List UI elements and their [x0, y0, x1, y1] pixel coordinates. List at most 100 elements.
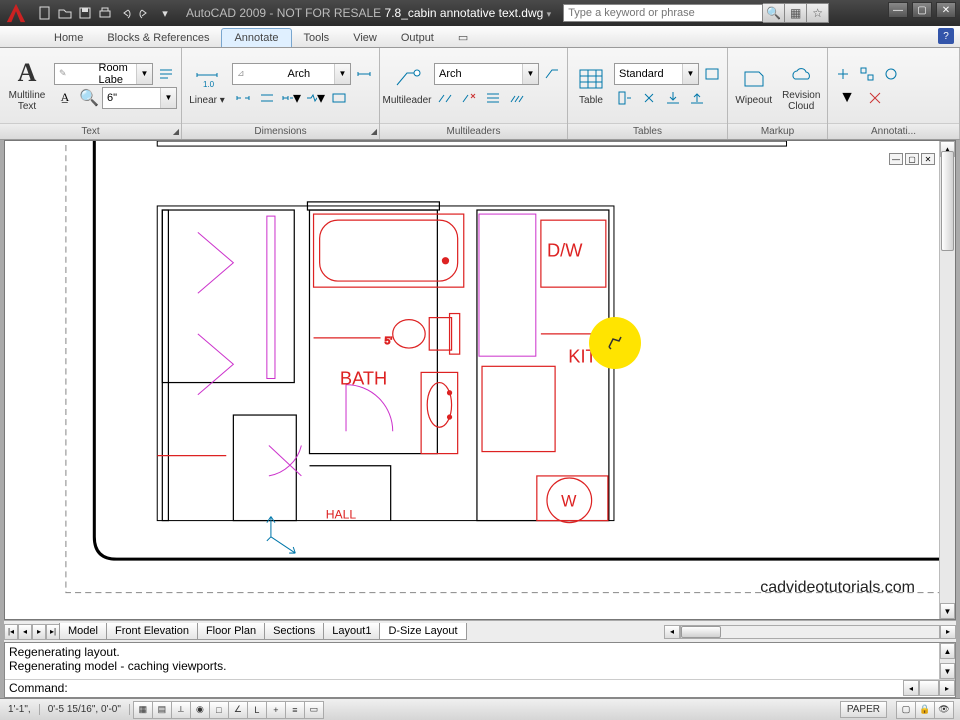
multileader-style-manager-button[interactable] [541, 63, 563, 85]
link-data-button[interactable] [638, 87, 660, 109]
help-icon[interactable]: ? [938, 28, 954, 44]
cmd-hscroll-left[interactable]: ◂ [903, 680, 919, 696]
undo-icon[interactable] [116, 4, 134, 22]
vertical-scrollbar[interactable]: ▲ ▼ [939, 141, 955, 619]
dim-jog-button[interactable]: ▾ [304, 87, 326, 109]
favorites-icon[interactable]: ☆ [807, 3, 829, 23]
nav-next-icon[interactable]: ▸ [32, 624, 46, 640]
add-leader-button[interactable] [434, 87, 456, 109]
layout-tab-dsize[interactable]: D-Size Layout [379, 623, 466, 640]
linear-dimension-button[interactable]: 1.0 Linear ▾ [186, 56, 228, 116]
download-data-button[interactable] [662, 87, 684, 109]
open-icon[interactable] [56, 4, 74, 22]
multileader-button[interactable]: Multileader [384, 56, 430, 116]
upload-data-button[interactable] [686, 87, 708, 109]
redo-icon[interactable] [136, 4, 154, 22]
search-box[interactable] [563, 4, 763, 22]
tab-home[interactable]: Home [42, 29, 95, 47]
grid-toggle[interactable]: ▤ [152, 701, 172, 719]
tab-blocks[interactable]: Blocks & References [95, 29, 221, 47]
table-style-manager-button[interactable] [701, 63, 723, 85]
layout-hscroll[interactable]: ◂ ▸ [664, 625, 956, 639]
qp-toggle[interactable]: ▭ [304, 701, 324, 719]
polar-toggle[interactable]: ◉ [190, 701, 210, 719]
remove-leader-button[interactable] [458, 87, 480, 109]
dim-break-button[interactable] [232, 87, 254, 109]
layout-tab-model[interactable]: Model [59, 623, 107, 640]
scroll-down-icon[interactable]: ▼ [940, 603, 955, 619]
osnap-toggle[interactable]: □ [209, 701, 229, 719]
cmd-hscroll-right[interactable]: ▸ [939, 680, 955, 696]
layout-tab-front[interactable]: Front Elevation [106, 623, 198, 640]
drawing-canvas[interactable]: 5' BATH KITC D/W W HALL [5, 141, 955, 608]
layout-tab-sections[interactable]: Sections [264, 623, 324, 640]
print-icon[interactable] [96, 4, 114, 22]
text-find-icon[interactable]: 🔍 [78, 87, 100, 109]
close-button[interactable]: ✕ [936, 2, 956, 18]
tab-view[interactable]: View [341, 29, 389, 47]
dimension-style-manager-button[interactable] [353, 63, 375, 85]
table-style-combo[interactable]: Standard▼ [614, 63, 699, 85]
ducs-toggle[interactable]: L [247, 701, 267, 719]
multileader-style-combo[interactable]: Arch▼ [434, 63, 539, 85]
app-logo-button[interactable] [0, 0, 32, 26]
otrack-toggle[interactable]: ∠ [228, 701, 248, 719]
layout-tab-layout1[interactable]: Layout1 [323, 623, 380, 640]
tab-output[interactable]: Output [389, 29, 446, 47]
new-icon[interactable] [36, 4, 54, 22]
tab-tools[interactable]: Tools [292, 29, 342, 47]
cmd-scroll-down[interactable]: ▼ [940, 663, 955, 679]
toolbar-toggle-icon[interactable]: ▭ [446, 28, 480, 47]
drawing-area[interactable]: — ▢ ✕ [4, 140, 956, 620]
comm-center-icon[interactable]: ▦ [785, 3, 807, 23]
hscroll-left-icon[interactable]: ◂ [664, 625, 680, 639]
cmd-scroll-up[interactable]: ▲ [940, 643, 955, 659]
cmd-vscroll[interactable]: ▲ ▼ [939, 643, 955, 679]
dyn-toggle[interactable]: + [266, 701, 286, 719]
status-maximize-vp[interactable]: ▢ [896, 701, 916, 719]
minimize-button[interactable]: — [888, 2, 908, 18]
hscroll-right-icon[interactable]: ▸ [940, 625, 956, 639]
collect-leader-button[interactable] [506, 87, 528, 109]
snap-toggle[interactable]: ▦ [133, 701, 153, 719]
nav-first-icon[interactable]: |◂ [4, 624, 18, 640]
nav-last-icon[interactable]: ▸| [46, 624, 60, 640]
scroll-thumb[interactable] [941, 151, 954, 251]
wipeout-button[interactable]: Wipeout [732, 56, 776, 116]
dim-space-button[interactable] [256, 87, 278, 109]
search-icon[interactable]: 🔍 [763, 3, 785, 23]
multiline-text-button[interactable]: A Multiline Text [4, 56, 50, 116]
dim-tolerance-button[interactable] [328, 87, 350, 109]
delete-scale-button[interactable] [864, 87, 886, 109]
hscroll-thumb[interactable] [681, 626, 721, 638]
scale-dropdown-button[interactable]: ▼ [832, 87, 862, 109]
command-line[interactable]: Regenerating layout. Regenerating model … [4, 642, 956, 698]
dim-continue-button[interactable]: ▾ [280, 87, 302, 109]
ortho-toggle[interactable]: ⟂ [171, 701, 191, 719]
panel-text-title[interactable]: Text◢ [0, 123, 181, 139]
status-lock-vp[interactable]: 🔒 [915, 701, 935, 719]
save-icon[interactable] [76, 4, 94, 22]
layout-tab-floor[interactable]: Floor Plan [197, 623, 265, 640]
text-height-combo[interactable]: 6"▼ [102, 87, 177, 109]
dimension-style-combo[interactable]: ⊿Arch▼ [232, 63, 351, 85]
tab-annotate[interactable]: Annotate [221, 28, 291, 47]
search-input[interactable] [564, 7, 762, 19]
qat-dropdown-icon[interactable]: ▾ [156, 4, 174, 22]
annotative-icon[interactable]: A̲ [54, 87, 76, 109]
scale-list-button[interactable] [856, 63, 878, 85]
nav-prev-icon[interactable]: ◂ [18, 624, 32, 640]
status-anno-vis[interactable]: 👁 [934, 701, 954, 719]
panel-dimensions-title[interactable]: Dimensions◢ [182, 123, 379, 139]
table-button[interactable]: Table [572, 56, 610, 116]
cmd-hscroll-track[interactable] [919, 680, 939, 696]
lwt-toggle[interactable]: ≡ [285, 701, 305, 719]
add-scale-button[interactable] [832, 63, 854, 85]
revision-cloud-button[interactable]: Revision Cloud [780, 56, 824, 116]
text-style-manager-button[interactable] [155, 63, 177, 85]
text-style-combo[interactable]: ✎ Room Labe▼ [54, 63, 153, 85]
extract-data-button[interactable] [614, 87, 636, 109]
maximize-button[interactable]: ▢ [912, 2, 932, 18]
sync-scale-button[interactable] [880, 63, 902, 85]
paper-model-toggle[interactable]: PAPER [840, 701, 887, 718]
